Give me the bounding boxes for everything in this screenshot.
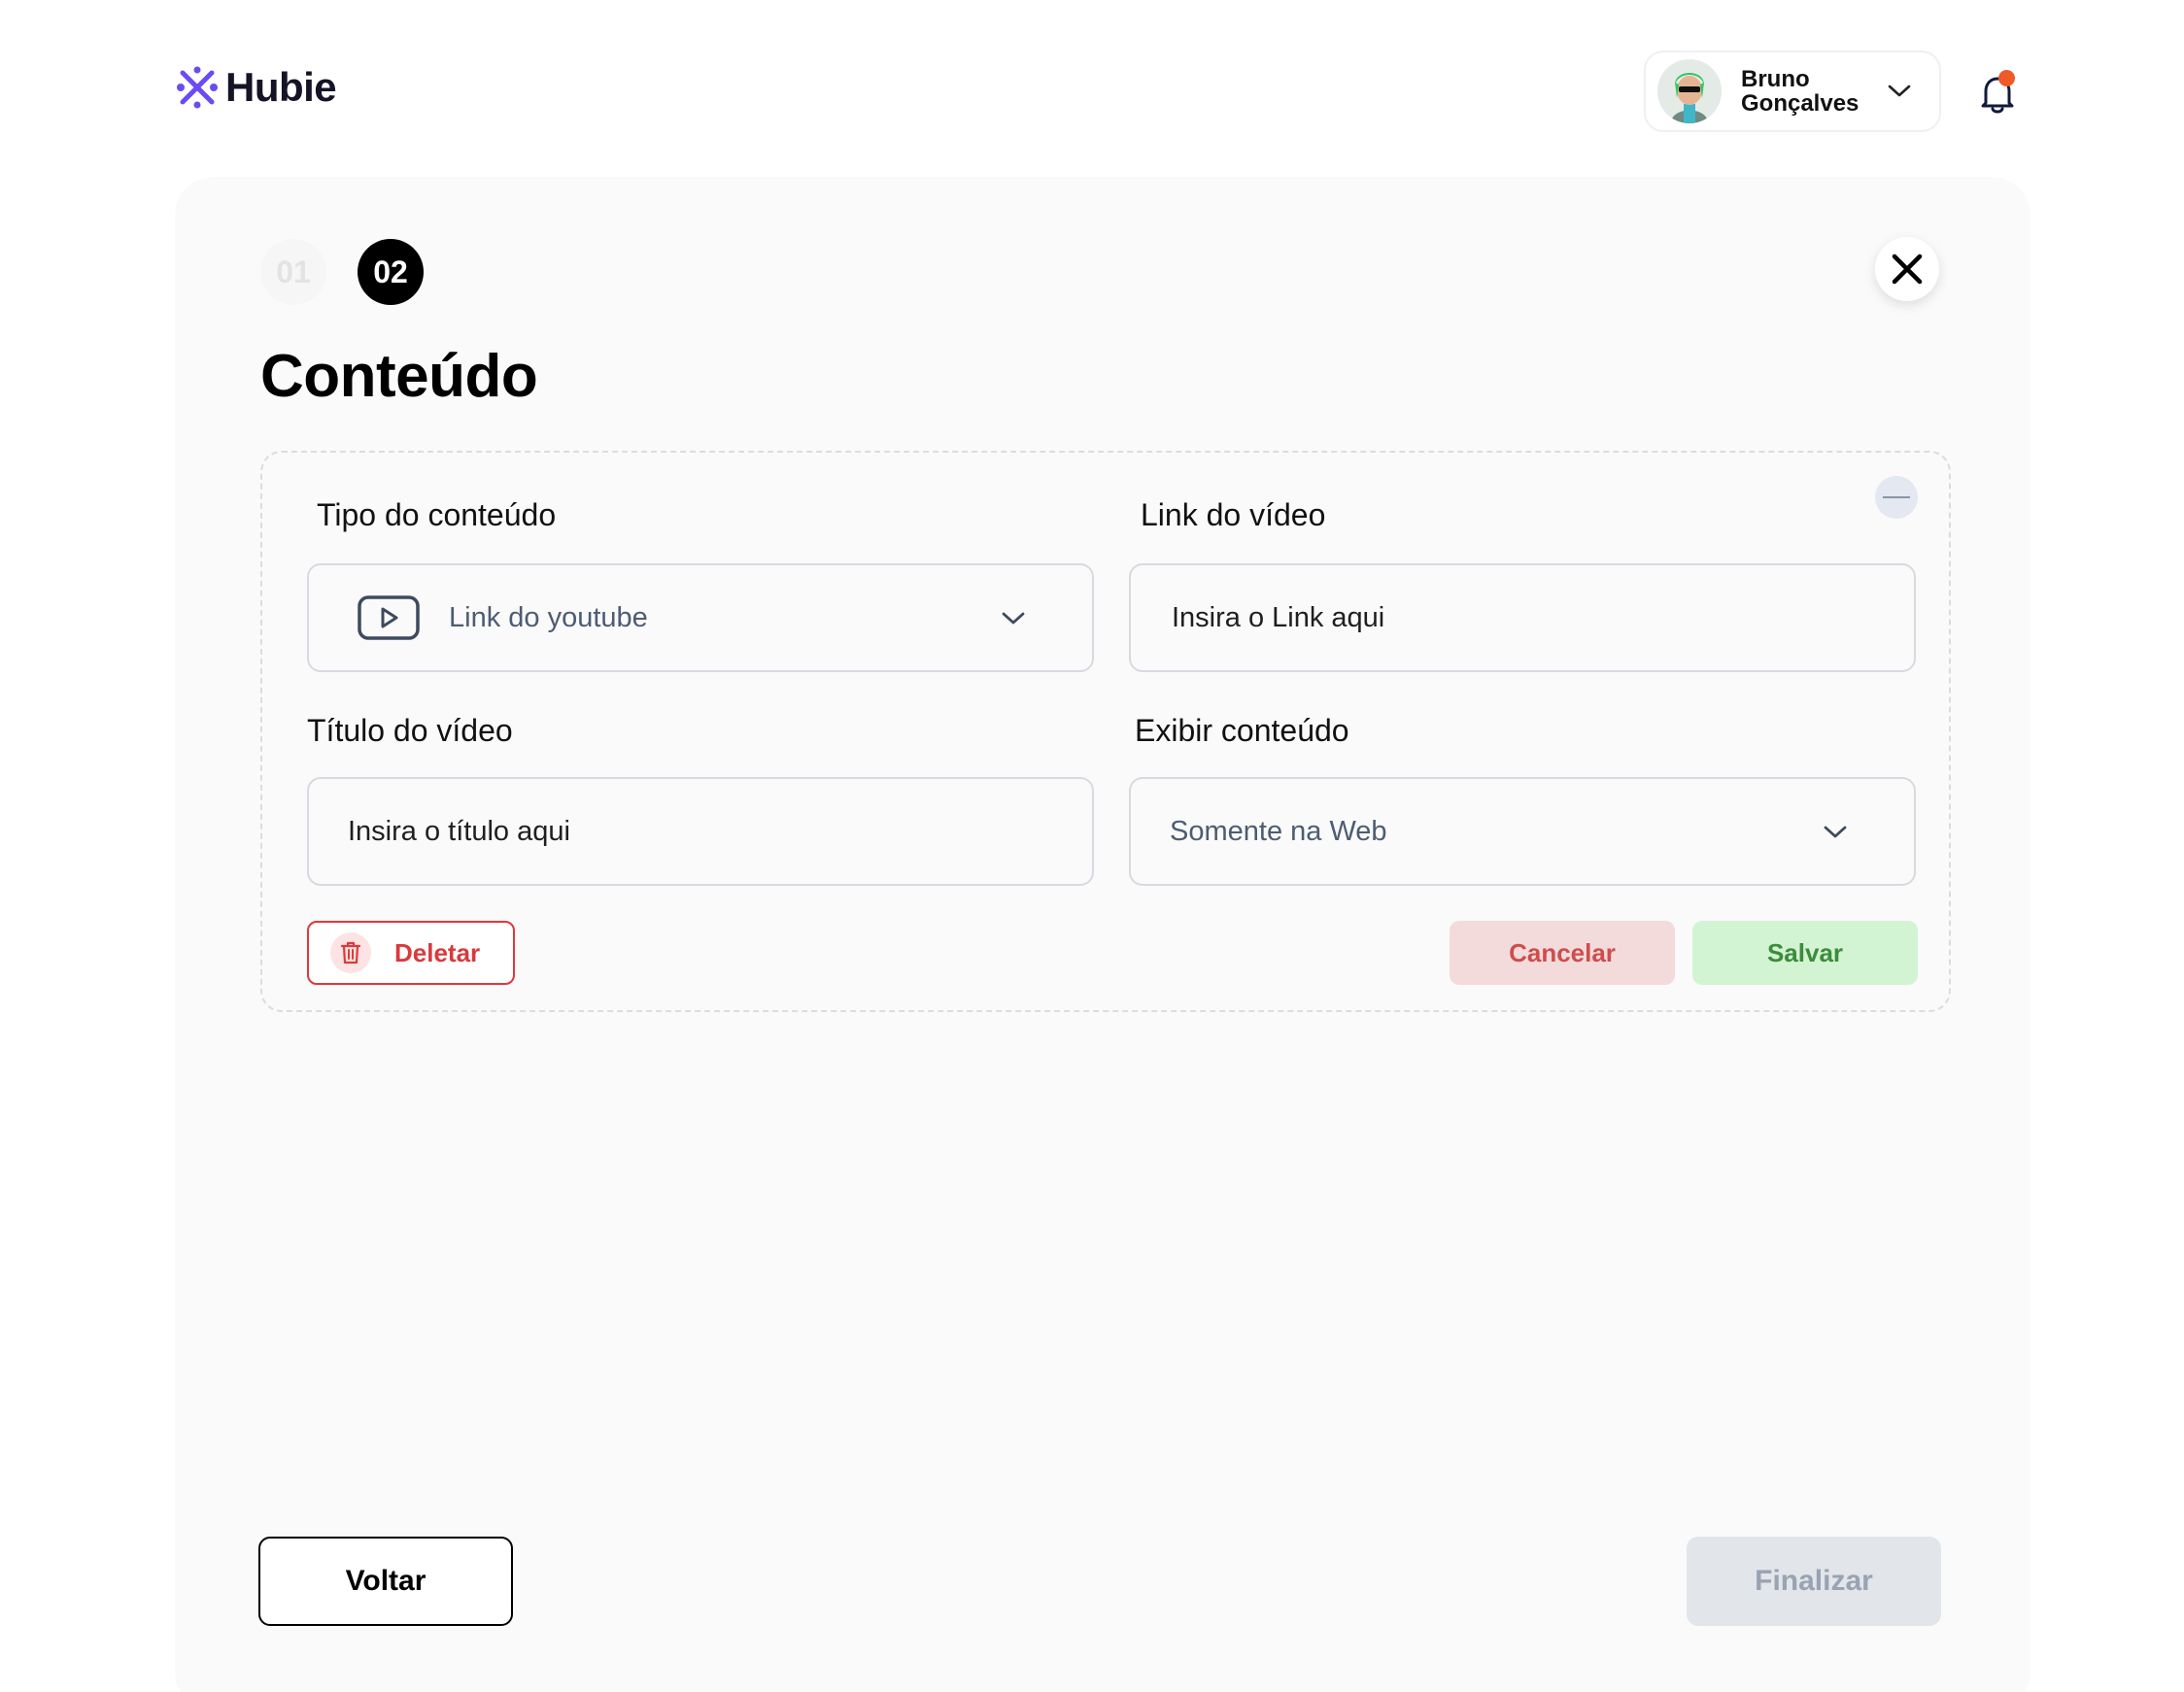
step-indicator-1[interactable]: 01 [260,239,326,305]
content-type-value: Link do youtube [449,601,648,633]
brand-name: Hubie [225,64,337,110]
minus-icon [1883,496,1910,498]
collapse-button[interactable] [1875,476,1918,519]
video-link-input[interactable]: Insira o Link aqui [1129,563,1916,672]
trash-icon [330,932,371,973]
delete-label: Deletar [394,937,481,967]
video-link-label: Link do vídeo [1141,497,1326,532]
save-button[interactable]: Salvar [1692,921,1918,985]
finish-button[interactable]: Finalizar [1687,1537,1941,1626]
chevron-down-icon[interactable] [1885,77,1914,106]
close-icon [1892,254,1923,285]
display-select[interactable]: Somente na Web [1129,777,1916,886]
user-menu[interactable]: Bruno Gonçalves [1644,51,1941,132]
hubie-logo-icon [177,66,218,109]
content-form-card: Tipo do conteúdo Link do youtube Link do… [260,451,1951,1012]
delete-button[interactable]: Deletar [307,921,515,985]
avatar [1657,59,1722,123]
content-type-label: Tipo do conteúdo [317,497,557,532]
chevron-down-icon [999,604,1028,633]
step-indicator-2[interactable]: 02 [358,239,424,305]
cancel-button[interactable]: Cancelar [1450,921,1675,985]
content-type-select[interactable]: Link do youtube [307,563,1094,672]
video-title-placeholder: Insira o título aqui [348,815,570,847]
video-title-label: Título do vídeo [307,713,513,748]
user-name: Bruno Gonçalves [1741,66,1860,117]
brand-logo[interactable]: Hubie [175,64,337,111]
display-label: Exibir conteúdo [1135,713,1349,748]
content-panel: 01 02 Conteúdo Tipo do conteúdo Link do … [175,177,2030,1692]
notification-badge [1998,70,2015,86]
close-button[interactable] [1875,237,1939,301]
play-icon [358,595,420,640]
video-title-input[interactable]: Insira o título aqui [307,777,1094,886]
page-title: Conteúdo [260,343,538,410]
video-link-placeholder: Insira o Link aqui [1172,601,1385,633]
chevron-down-icon [1821,818,1850,847]
display-value: Somente na Web [1170,815,1387,847]
back-button[interactable]: Voltar [258,1537,513,1626]
